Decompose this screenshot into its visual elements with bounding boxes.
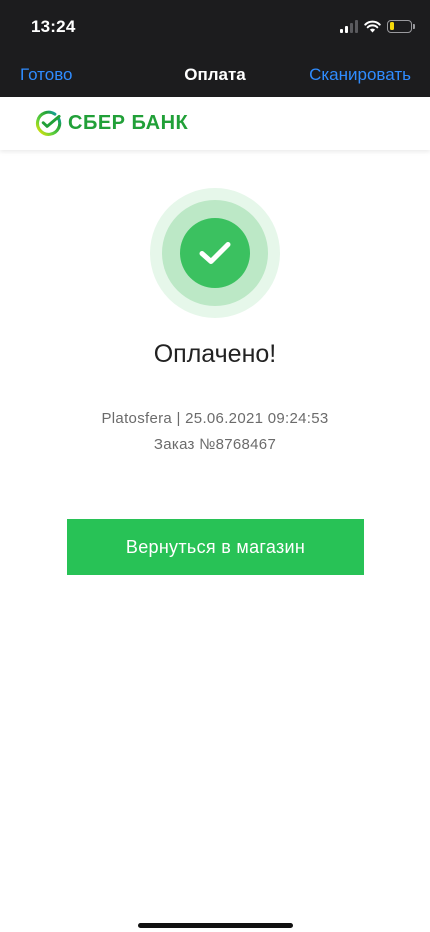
success-core <box>180 218 250 288</box>
status-time: 13:24 <box>31 17 76 36</box>
merchant-datetime: Platosfera | 25.06.2021 09:24:53 <box>101 410 329 427</box>
scan-button[interactable]: Сканировать <box>309 65 411 85</box>
battery-low-icon <box>387 19 415 33</box>
payment-status-title: Оплачено! <box>153 340 277 368</box>
nav-bar: Готово Оплата Сканировать <box>0 51 430 97</box>
payment-screen: 13:24 Готово Оплата Сканировать СБЕР БАН… <box>0 0 430 932</box>
return-to-shop-button[interactable]: Вернуться в магазин <box>67 519 364 575</box>
battery-fill <box>389 22 395 30</box>
sber-header: СБЕР БАНК <box>0 97 430 150</box>
sber-logo-icon <box>35 110 62 136</box>
cellular-signal-icon <box>340 19 358 33</box>
status-bar: 13:24 <box>0 0 430 51</box>
checkmark-icon <box>199 242 231 264</box>
status-icons <box>340 18 415 34</box>
wifi-icon <box>364 20 381 32</box>
sber-logo-text: СБЕР БАНК <box>68 112 189 134</box>
success-badge <box>150 188 280 318</box>
order-number: Заказ №8768467 <box>153 436 277 453</box>
home-indicator[interactable] <box>138 923 293 928</box>
